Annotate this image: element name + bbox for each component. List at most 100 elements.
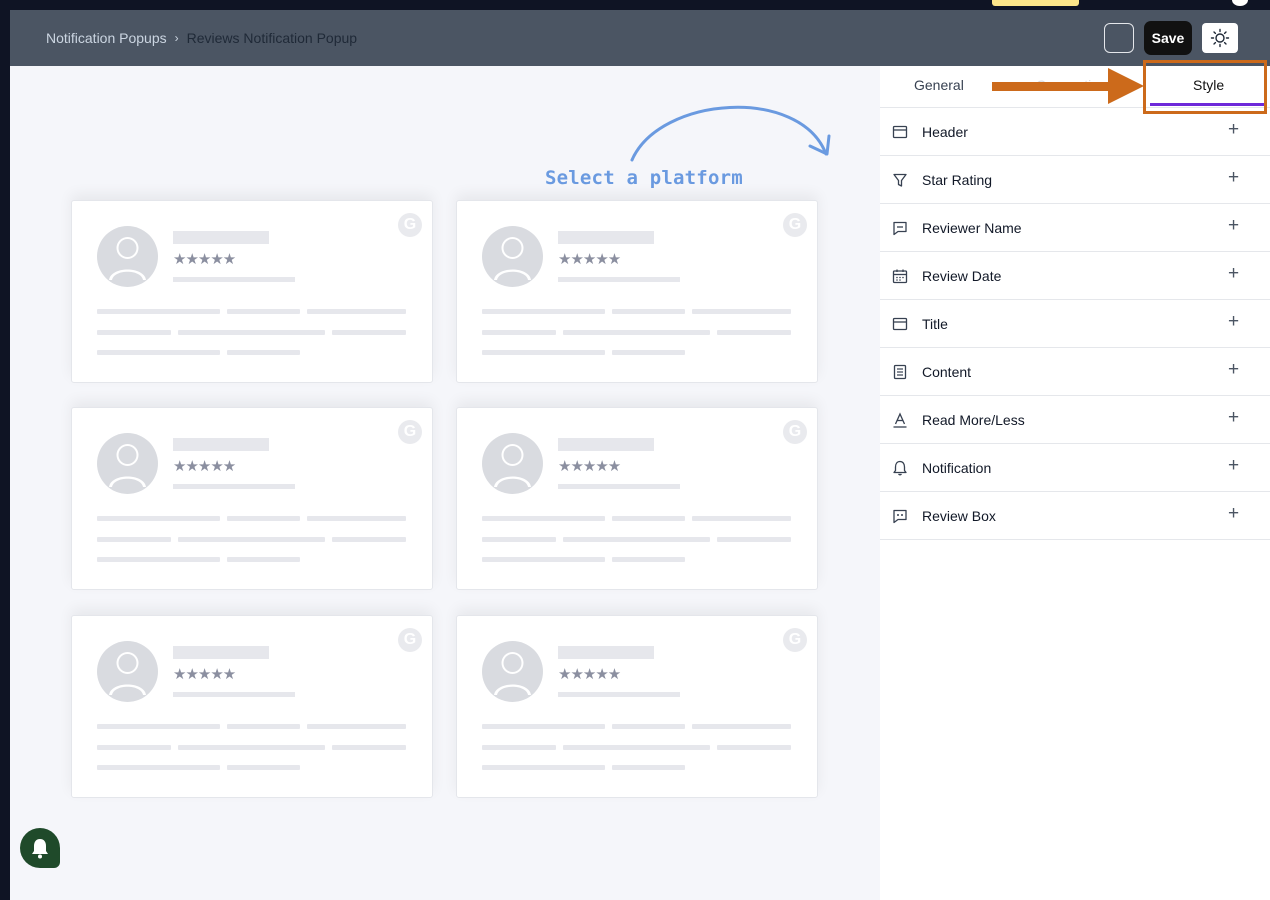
expand-plus-icon[interactable]: +	[1228, 216, 1239, 236]
section-label: Review Box	[922, 508, 996, 524]
star-rating: ★★★★★	[558, 458, 621, 475]
review-card[interactable]: ★★★★★ G	[456, 407, 818, 590]
text-line-placeholder	[97, 724, 220, 729]
text-line-placeholder	[97, 350, 220, 355]
user-icon	[109, 237, 146, 280]
reviewer-name-placeholder	[173, 231, 269, 244]
text-line-placeholder	[717, 745, 791, 750]
expand-plus-icon[interactable]: +	[1228, 408, 1239, 428]
breadcrumb-current: Reviews Notification Popup	[186, 30, 358, 46]
reviewer-name-placeholder	[558, 231, 654, 244]
text-line-placeholder	[227, 309, 300, 314]
text-line-placeholder	[482, 724, 605, 729]
top-strip	[0, 0, 1270, 10]
select-platform-hint: Select a platform	[545, 167, 743, 189]
curved-arrow-icon	[630, 105, 831, 162]
reviewer-name-placeholder	[173, 646, 269, 659]
notification-fab[interactable]	[20, 828, 60, 868]
toolbar-square-button[interactable]	[1104, 23, 1134, 53]
text-line-placeholder	[227, 765, 300, 770]
style-section-title[interactable]: Title +	[880, 300, 1270, 348]
text-line-placeholder	[482, 516, 605, 521]
text-line-placeholder	[332, 330, 406, 335]
text-line-placeholder	[97, 537, 171, 542]
preview-canvas: Select a platform ★★★★★ G ★★★★★ G ★★★★★ …	[10, 66, 880, 900]
review-card[interactable]: ★★★★★ G	[71, 615, 433, 798]
review-date-placeholder	[558, 484, 680, 489]
text-line-placeholder	[227, 557, 300, 562]
text-line-placeholder	[97, 330, 171, 335]
text-line-placeholder	[482, 537, 556, 542]
review-date-placeholder	[173, 277, 295, 282]
user-icon	[494, 237, 531, 280]
review-date-placeholder	[173, 692, 295, 697]
text-line-placeholder	[563, 745, 710, 750]
expand-plus-icon[interactable]: +	[1228, 312, 1239, 332]
text-line-placeholder	[612, 557, 685, 562]
text-line-placeholder	[178, 330, 325, 335]
avatar-placeholder	[97, 433, 158, 494]
expand-plus-icon[interactable]: +	[1228, 360, 1239, 380]
review-card[interactable]: ★★★★★ G	[456, 200, 818, 383]
text-line-placeholder	[717, 330, 791, 335]
review-date-placeholder	[173, 484, 295, 489]
text-line-placeholder	[482, 350, 605, 355]
star-rating: ★★★★★	[558, 251, 621, 268]
google-icon: G	[783, 213, 807, 237]
expand-plus-icon[interactable]: +	[1228, 264, 1239, 284]
text-line-placeholder	[227, 516, 300, 521]
google-icon: G	[398, 628, 422, 652]
section-label: Reviewer Name	[922, 220, 1022, 236]
breadcrumb: Notification Popups › Reviews Notificati…	[46, 30, 357, 46]
style-section-read-more-less[interactable]: Read More/Less +	[880, 396, 1270, 444]
theme-toggle-button[interactable]	[1202, 23, 1238, 53]
orange-pointer-arrow-icon	[992, 68, 1144, 104]
style-section-content[interactable]: Content +	[880, 348, 1270, 396]
user-icon	[494, 652, 531, 695]
expand-plus-icon[interactable]: +	[1228, 120, 1239, 140]
review-card[interactable]: ★★★★★ G	[456, 615, 818, 798]
avatar-placeholder	[482, 433, 543, 494]
filter-icon	[893, 173, 907, 187]
settings-tabs: General Connection Style	[880, 60, 1270, 114]
text-line-placeholder	[332, 537, 406, 542]
save-button[interactable]: Save	[1144, 21, 1192, 55]
style-section-review-date[interactable]: Review Date +	[880, 252, 1270, 300]
style-tab-highlight-box	[1143, 60, 1267, 114]
text-line-placeholder	[563, 537, 710, 542]
settings-panel: General Connection Style Header + Star R…	[880, 60, 1270, 900]
expand-plus-icon[interactable]: +	[1228, 456, 1239, 476]
message-dots-icon	[893, 509, 907, 524]
style-section-header[interactable]: Header +	[880, 108, 1270, 156]
google-icon: G	[398, 420, 422, 444]
review-card[interactable]: ★★★★★ G	[71, 407, 433, 590]
review-card[interactable]: ★★★★★ G	[71, 200, 433, 383]
text-a-icon	[893, 412, 907, 428]
breadcrumb-parent[interactable]: Notification Popups	[46, 30, 167, 46]
section-label: Content	[922, 364, 972, 380]
text-line-placeholder	[482, 765, 605, 770]
google-icon: G	[398, 213, 422, 237]
style-section-notification[interactable]: Notification +	[880, 444, 1270, 492]
sun-icon	[1210, 28, 1230, 48]
expand-plus-icon[interactable]: +	[1228, 168, 1239, 188]
document-icon	[893, 364, 907, 380]
text-line-placeholder	[563, 330, 710, 335]
left-strip	[0, 10, 10, 900]
style-section-reviewer-name[interactable]: Reviewer Name +	[880, 204, 1270, 252]
section-label: Star Rating	[922, 172, 993, 188]
layout-header-icon	[892, 317, 908, 331]
text-line-placeholder	[227, 350, 300, 355]
style-section-review-box[interactable]: Review Box +	[880, 492, 1270, 540]
text-line-placeholder	[307, 516, 406, 521]
reviewer-name-placeholder	[173, 438, 269, 451]
style-section-star-rating[interactable]: Star Rating +	[880, 156, 1270, 204]
tab-general[interactable]: General	[914, 77, 964, 93]
text-line-placeholder	[612, 350, 685, 355]
expand-plus-icon[interactable]: +	[1228, 504, 1239, 524]
star-rating: ★★★★★	[173, 666, 236, 683]
text-line-placeholder	[97, 745, 171, 750]
calendar-icon	[892, 269, 908, 284]
text-line-placeholder	[692, 309, 791, 314]
message-square-icon	[893, 221, 907, 236]
